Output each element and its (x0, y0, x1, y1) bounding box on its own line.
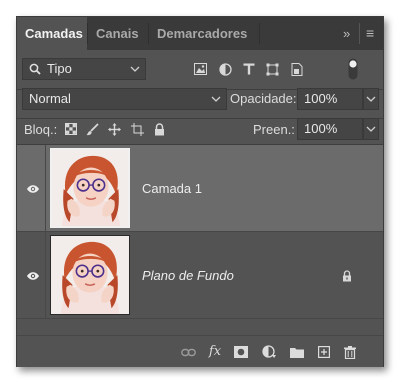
lock-artboard-icon[interactable] (129, 121, 145, 137)
delete-icon[interactable] (342, 344, 358, 360)
fill-input[interactable]: 100% (297, 118, 363, 140)
tab-demarcadores[interactable]: Demarcadores (149, 17, 259, 50)
opacity-input[interactable]: 100% (297, 88, 363, 110)
panel-menu-icon[interactable]: ≡ (366, 17, 374, 50)
tab-divider (359, 23, 360, 44)
layer-name[interactable]: Camada 1 (142, 181, 202, 196)
portrait-thumbnail-image (51, 236, 129, 314)
layer-thumbnail[interactable] (50, 235, 130, 315)
collapse-panel-icon[interactable]: » (343, 17, 350, 50)
chevron-down-icon (211, 89, 221, 117)
lock-all-icon[interactable] (151, 121, 167, 137)
portrait-thumbnail-image (52, 150, 128, 226)
layers-footer-toolbar: fx (17, 335, 383, 367)
blend-mode-value: Normal (29, 91, 71, 106)
layer-row-plano-de-fundo[interactable]: Plano de Fundo (17, 232, 383, 318)
layer-thumbnail[interactable] (50, 148, 130, 228)
layer-column-divider (45, 232, 46, 318)
layer-name[interactable]: Plano de Fundo (142, 268, 234, 283)
fill-dropdown-button[interactable] (363, 118, 379, 140)
search-icon (27, 61, 43, 77)
fill-label: Preen.: (253, 122, 295, 137)
filter-kind-select[interactable]: Tipo (22, 58, 146, 80)
add-mask-icon[interactable] (233, 344, 249, 360)
image-filter-icon[interactable] (192, 61, 208, 77)
visibility-eye-icon[interactable] (25, 268, 41, 284)
smart-object-filter-icon[interactable] (289, 61, 305, 77)
lock-transparent-icon[interactable] (63, 121, 79, 137)
type-filter-icon[interactable] (241, 61, 257, 77)
new-layer-icon[interactable] (316, 344, 332, 360)
tab-divider (259, 23, 260, 44)
shape-filter-icon[interactable] (264, 61, 280, 77)
chevron-down-icon (366, 89, 376, 117)
layer-row-camada-1[interactable]: Camada 1 (17, 145, 383, 231)
layer-lock-icon[interactable] (339, 268, 355, 284)
layer-column-divider (45, 145, 46, 231)
tab-camadas[interactable]: Camadas (17, 17, 87, 50)
blend-mode-select[interactable]: Normal (22, 88, 227, 110)
panel-tabbar: Camadas Canais Demarcadores » ≡ (17, 17, 383, 50)
filter-toggle-icon[interactable] (347, 57, 359, 81)
fx-icon[interactable]: fx (207, 343, 223, 359)
fill-value: 100% (304, 121, 338, 136)
adjustment-layer-icon[interactable] (261, 344, 277, 360)
opacity-value: 100% (304, 91, 338, 106)
adjustment-filter-icon[interactable] (217, 61, 233, 77)
lock-position-icon[interactable] (106, 121, 122, 137)
link-layers-icon[interactable] (180, 344, 196, 360)
layer-divider (17, 318, 383, 319)
lock-label: Bloq.: (24, 122, 58, 137)
visibility-eye-icon[interactable] (25, 181, 41, 197)
layers-panel: Camadas Canais Demarcadores » ≡ Tipo Nor… (16, 16, 384, 367)
new-group-icon[interactable] (289, 344, 305, 360)
chevron-down-icon (130, 59, 140, 87)
tab-canais[interactable]: Canais (88, 17, 148, 50)
opacity-dropdown-button[interactable] (363, 88, 379, 110)
opacity-label: Opacidade: (230, 91, 297, 106)
filter-kind-label: Tipo (47, 61, 72, 76)
lock-image-icon[interactable] (84, 121, 100, 137)
chevron-down-icon (366, 119, 376, 147)
